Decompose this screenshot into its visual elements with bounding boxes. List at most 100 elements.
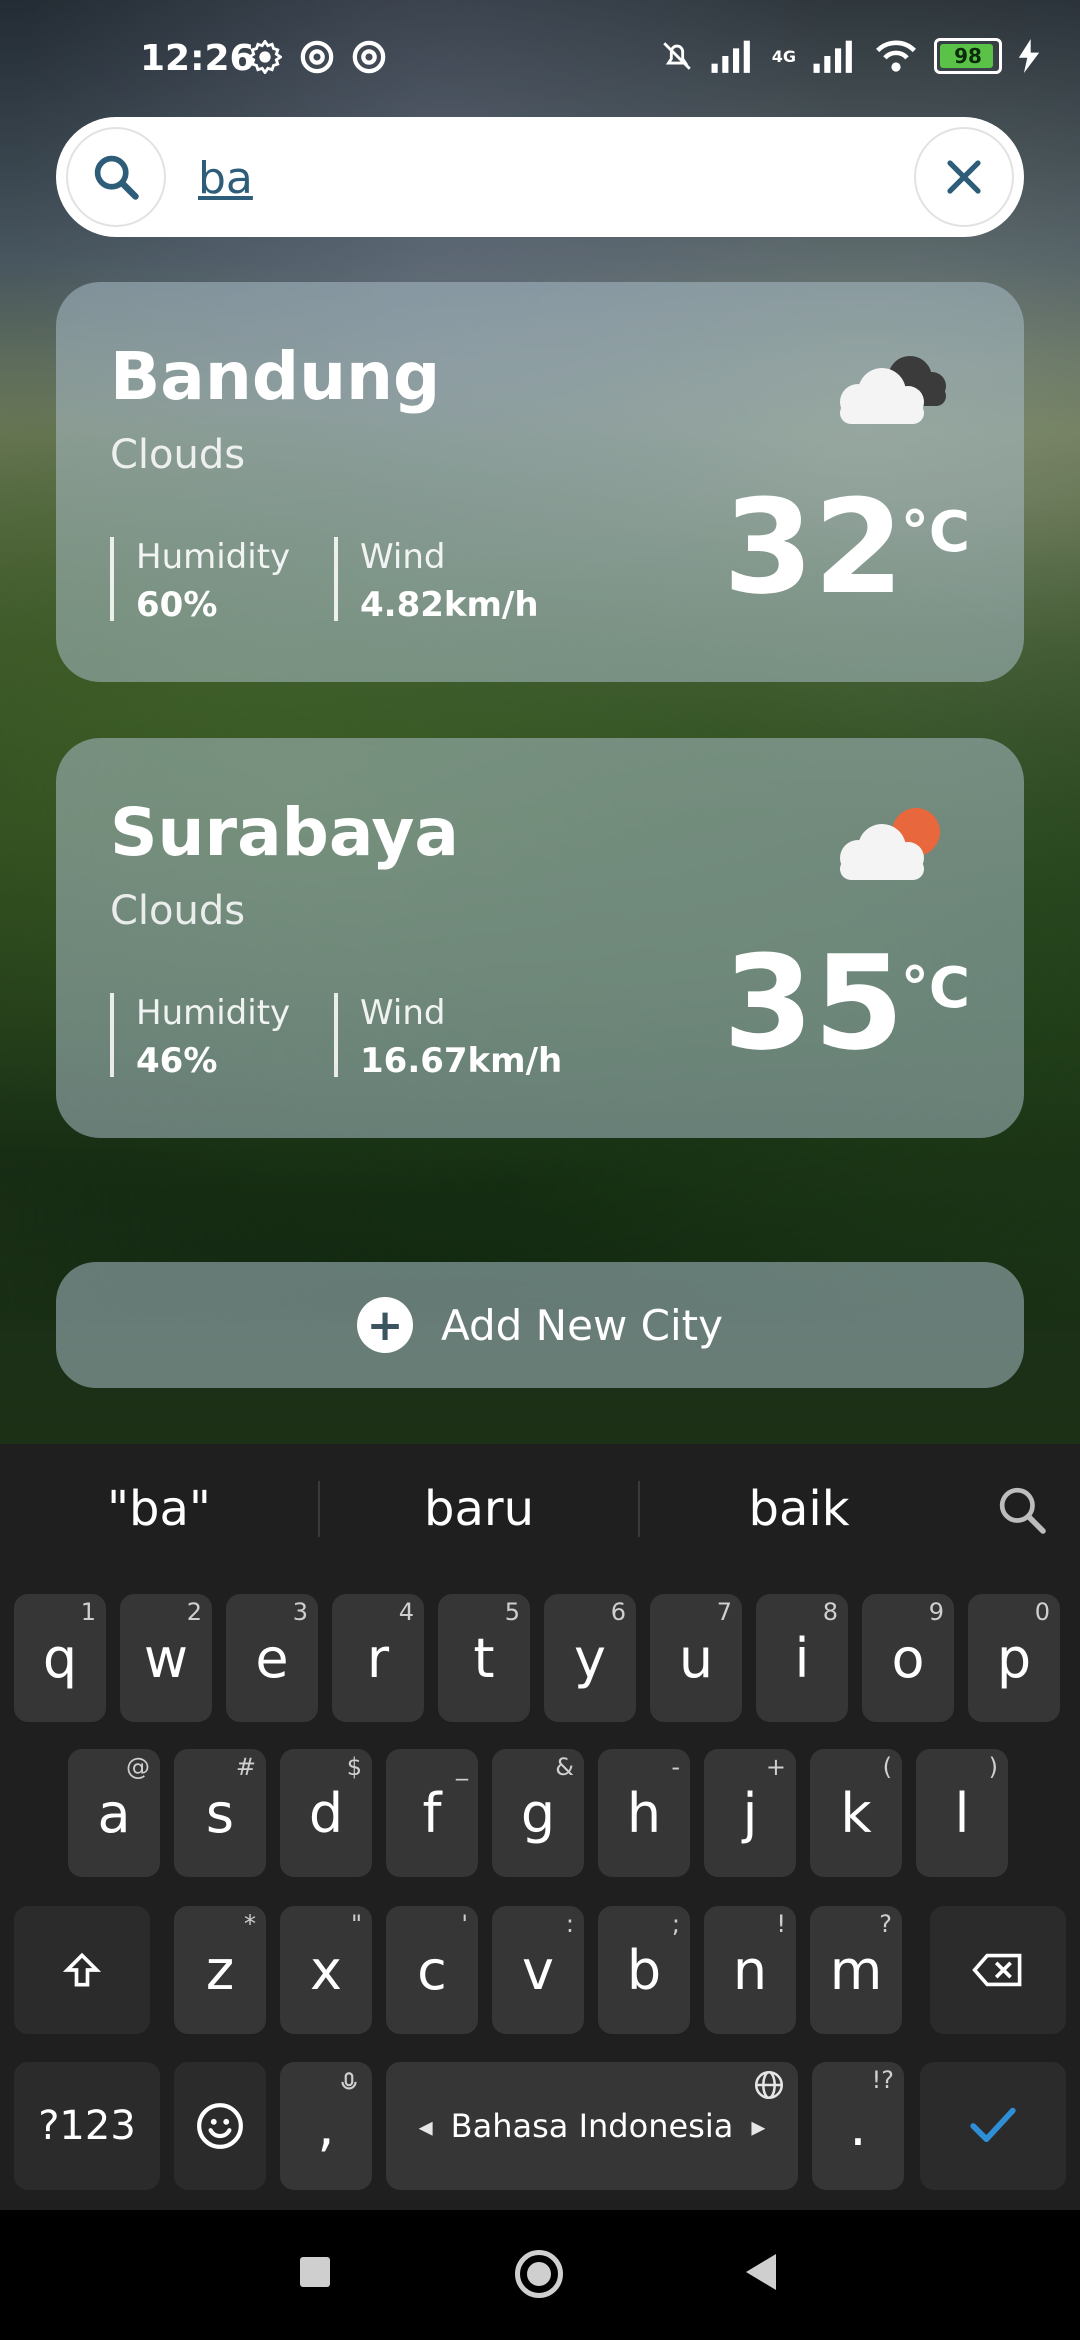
status-bar: 12:26 4G 98	[0, 0, 1080, 120]
shift-icon	[62, 1952, 102, 1987]
globe-icon	[754, 2070, 784, 2100]
charging-icon	[1018, 39, 1040, 73]
spacebar[interactable]: ◂ Bahasa Indonesia ▸	[386, 2062, 798, 2190]
key-u[interactable]: u7	[650, 1594, 742, 1722]
key-k[interactable]: k(	[810, 1749, 902, 1877]
key-x[interactable]: x "	[280, 1906, 372, 2034]
temperature-unit: °C	[900, 500, 970, 565]
key-v[interactable]: v:	[492, 1906, 584, 2034]
key-q[interactable]: q1	[14, 1594, 106, 1722]
recents-button[interactable]	[300, 2257, 330, 2287]
humidity-block: Humidity 60%	[110, 537, 291, 625]
key-m[interactable]: m?	[810, 1906, 902, 2034]
wind-value: 16.67km/h	[360, 1041, 563, 1081]
app-notification-icon	[300, 40, 334, 74]
key-s[interactable]: s #	[174, 1749, 266, 1877]
key-j[interactable]: j +	[704, 1749, 796, 1877]
key-o[interactable]: o9	[862, 1594, 954, 1722]
key-g[interactable]: g &	[492, 1749, 584, 1877]
signal-icon	[813, 40, 852, 73]
back-button[interactable]	[746, 2254, 776, 2290]
wind-value: 4.82km/h	[360, 585, 539, 625]
search-icon[interactable]	[994, 1482, 1050, 1538]
shift-key[interactable]	[14, 1906, 150, 2034]
city-name: Surabaya	[110, 794, 459, 871]
humidity-value: 60%	[136, 585, 218, 625]
key-z[interactable]: z *	[174, 1906, 266, 2034]
backspace-icon	[972, 1953, 1022, 1987]
key-p[interactable]: p0	[968, 1594, 1060, 1722]
close-icon	[947, 160, 981, 194]
home-button[interactable]	[515, 2250, 563, 2298]
backspace-key[interactable]	[930, 1906, 1066, 2034]
status-left-icons	[248, 40, 386, 74]
suggestion-strip: "ba" baru baik	[0, 1444, 1080, 1574]
key-w[interactable]: w2	[120, 1594, 212, 1722]
wind-block: Wind 4.82km/h	[334, 537, 539, 625]
humidity-label: Humidity	[136, 537, 291, 577]
key-a[interactable]: a @	[68, 1749, 160, 1877]
check-icon	[970, 2107, 1016, 2143]
key-t[interactable]: t5	[438, 1594, 530, 1722]
key-b[interactable]: b;	[598, 1906, 690, 2034]
add-new-city-label: Add New City	[441, 1300, 723, 1350]
plus-icon: +	[357, 1297, 414, 1353]
microphone-icon	[341, 2072, 357, 2090]
add-new-city-button[interactable]: + Add New City	[56, 1262, 1024, 1388]
temperature-unit: °C	[900, 956, 970, 1021]
wind-block: Wind 16.67km/h	[334, 993, 562, 1081]
suggestion-item[interactable]: "ba"	[0, 1481, 318, 1537]
symbols-key[interactable]: ?123	[14, 2062, 160, 2190]
humidity-label: Humidity	[136, 993, 291, 1033]
weather-card-surabaya[interactable]: Surabaya Clouds Humidity 46% Wind 16.67k…	[56, 738, 1024, 1138]
suggestion-item[interactable]: baru	[320, 1481, 638, 1537]
wind-label: Wind	[360, 537, 446, 577]
temperature-value: 32	[723, 471, 904, 623]
key-f[interactable]: f _	[386, 1749, 478, 1877]
key-h[interactable]: h-	[598, 1749, 690, 1877]
search-button[interactable]	[66, 127, 166, 227]
key-y[interactable]: y6	[544, 1594, 636, 1722]
weather-condition: Clouds	[110, 432, 246, 478]
navigation-bar	[0, 2210, 1080, 2340]
comma-key[interactable]: ,	[280, 2062, 372, 2190]
humidity-block: Humidity 46%	[110, 993, 291, 1081]
weather-condition: Clouds	[110, 888, 246, 934]
network-type-label: 4G	[771, 46, 796, 66]
humidity-value: 46%	[136, 1041, 218, 1081]
search-input[interactable]	[196, 141, 940, 215]
app-notification-icon	[352, 40, 386, 74]
key-e[interactable]: e3	[226, 1594, 318, 1722]
wifi-icon	[876, 40, 916, 72]
temperature-value: 35	[723, 927, 904, 1079]
on-screen-keyboard: "ba" baru baik q1 w2 e3 r4 t5 y6 u7 i8 o…	[0, 1444, 1080, 2210]
signal-icon	[711, 40, 750, 73]
key-d[interactable]: d $	[280, 1749, 372, 1877]
weather-card-bandung[interactable]: Bandung Clouds Humidity 60% Wind 4.82km/…	[56, 282, 1024, 682]
keyboard-language-label: Bahasa Indonesia	[450, 2107, 734, 2145]
caret-right-icon: ▸	[751, 2109, 766, 2143]
emoji-key[interactable]	[174, 2062, 266, 2190]
caret-left-icon: ◂	[418, 2109, 433, 2143]
city-name: Bandung	[110, 338, 441, 415]
key-r[interactable]: r4	[332, 1594, 424, 1722]
bell-muted-icon	[662, 42, 691, 70]
key-c[interactable]: c '	[386, 1906, 478, 2034]
cloud-sun-icon	[840, 808, 940, 880]
suggestion-item[interactable]: baik	[640, 1481, 958, 1537]
clear-search-button[interactable]	[914, 127, 1014, 227]
search-bar	[56, 117, 1024, 237]
key-i[interactable]: i8	[756, 1594, 848, 1722]
key-n[interactable]: n!	[704, 1906, 796, 2034]
search-icon	[94, 155, 139, 200]
wind-label: Wind	[360, 993, 446, 1033]
key-l[interactable]: l)	[916, 1749, 1008, 1877]
settings-icon	[248, 40, 282, 74]
period-key[interactable]: . !?	[812, 2062, 904, 2190]
emoji-icon	[197, 2103, 243, 2149]
cloud-dark-icon	[840, 356, 946, 424]
status-time: 12:26	[140, 38, 255, 79]
enter-key[interactable]	[920, 2062, 1066, 2190]
battery-indicator: 98	[934, 38, 1002, 74]
status-right-icons: 4G 98	[660, 38, 1040, 74]
